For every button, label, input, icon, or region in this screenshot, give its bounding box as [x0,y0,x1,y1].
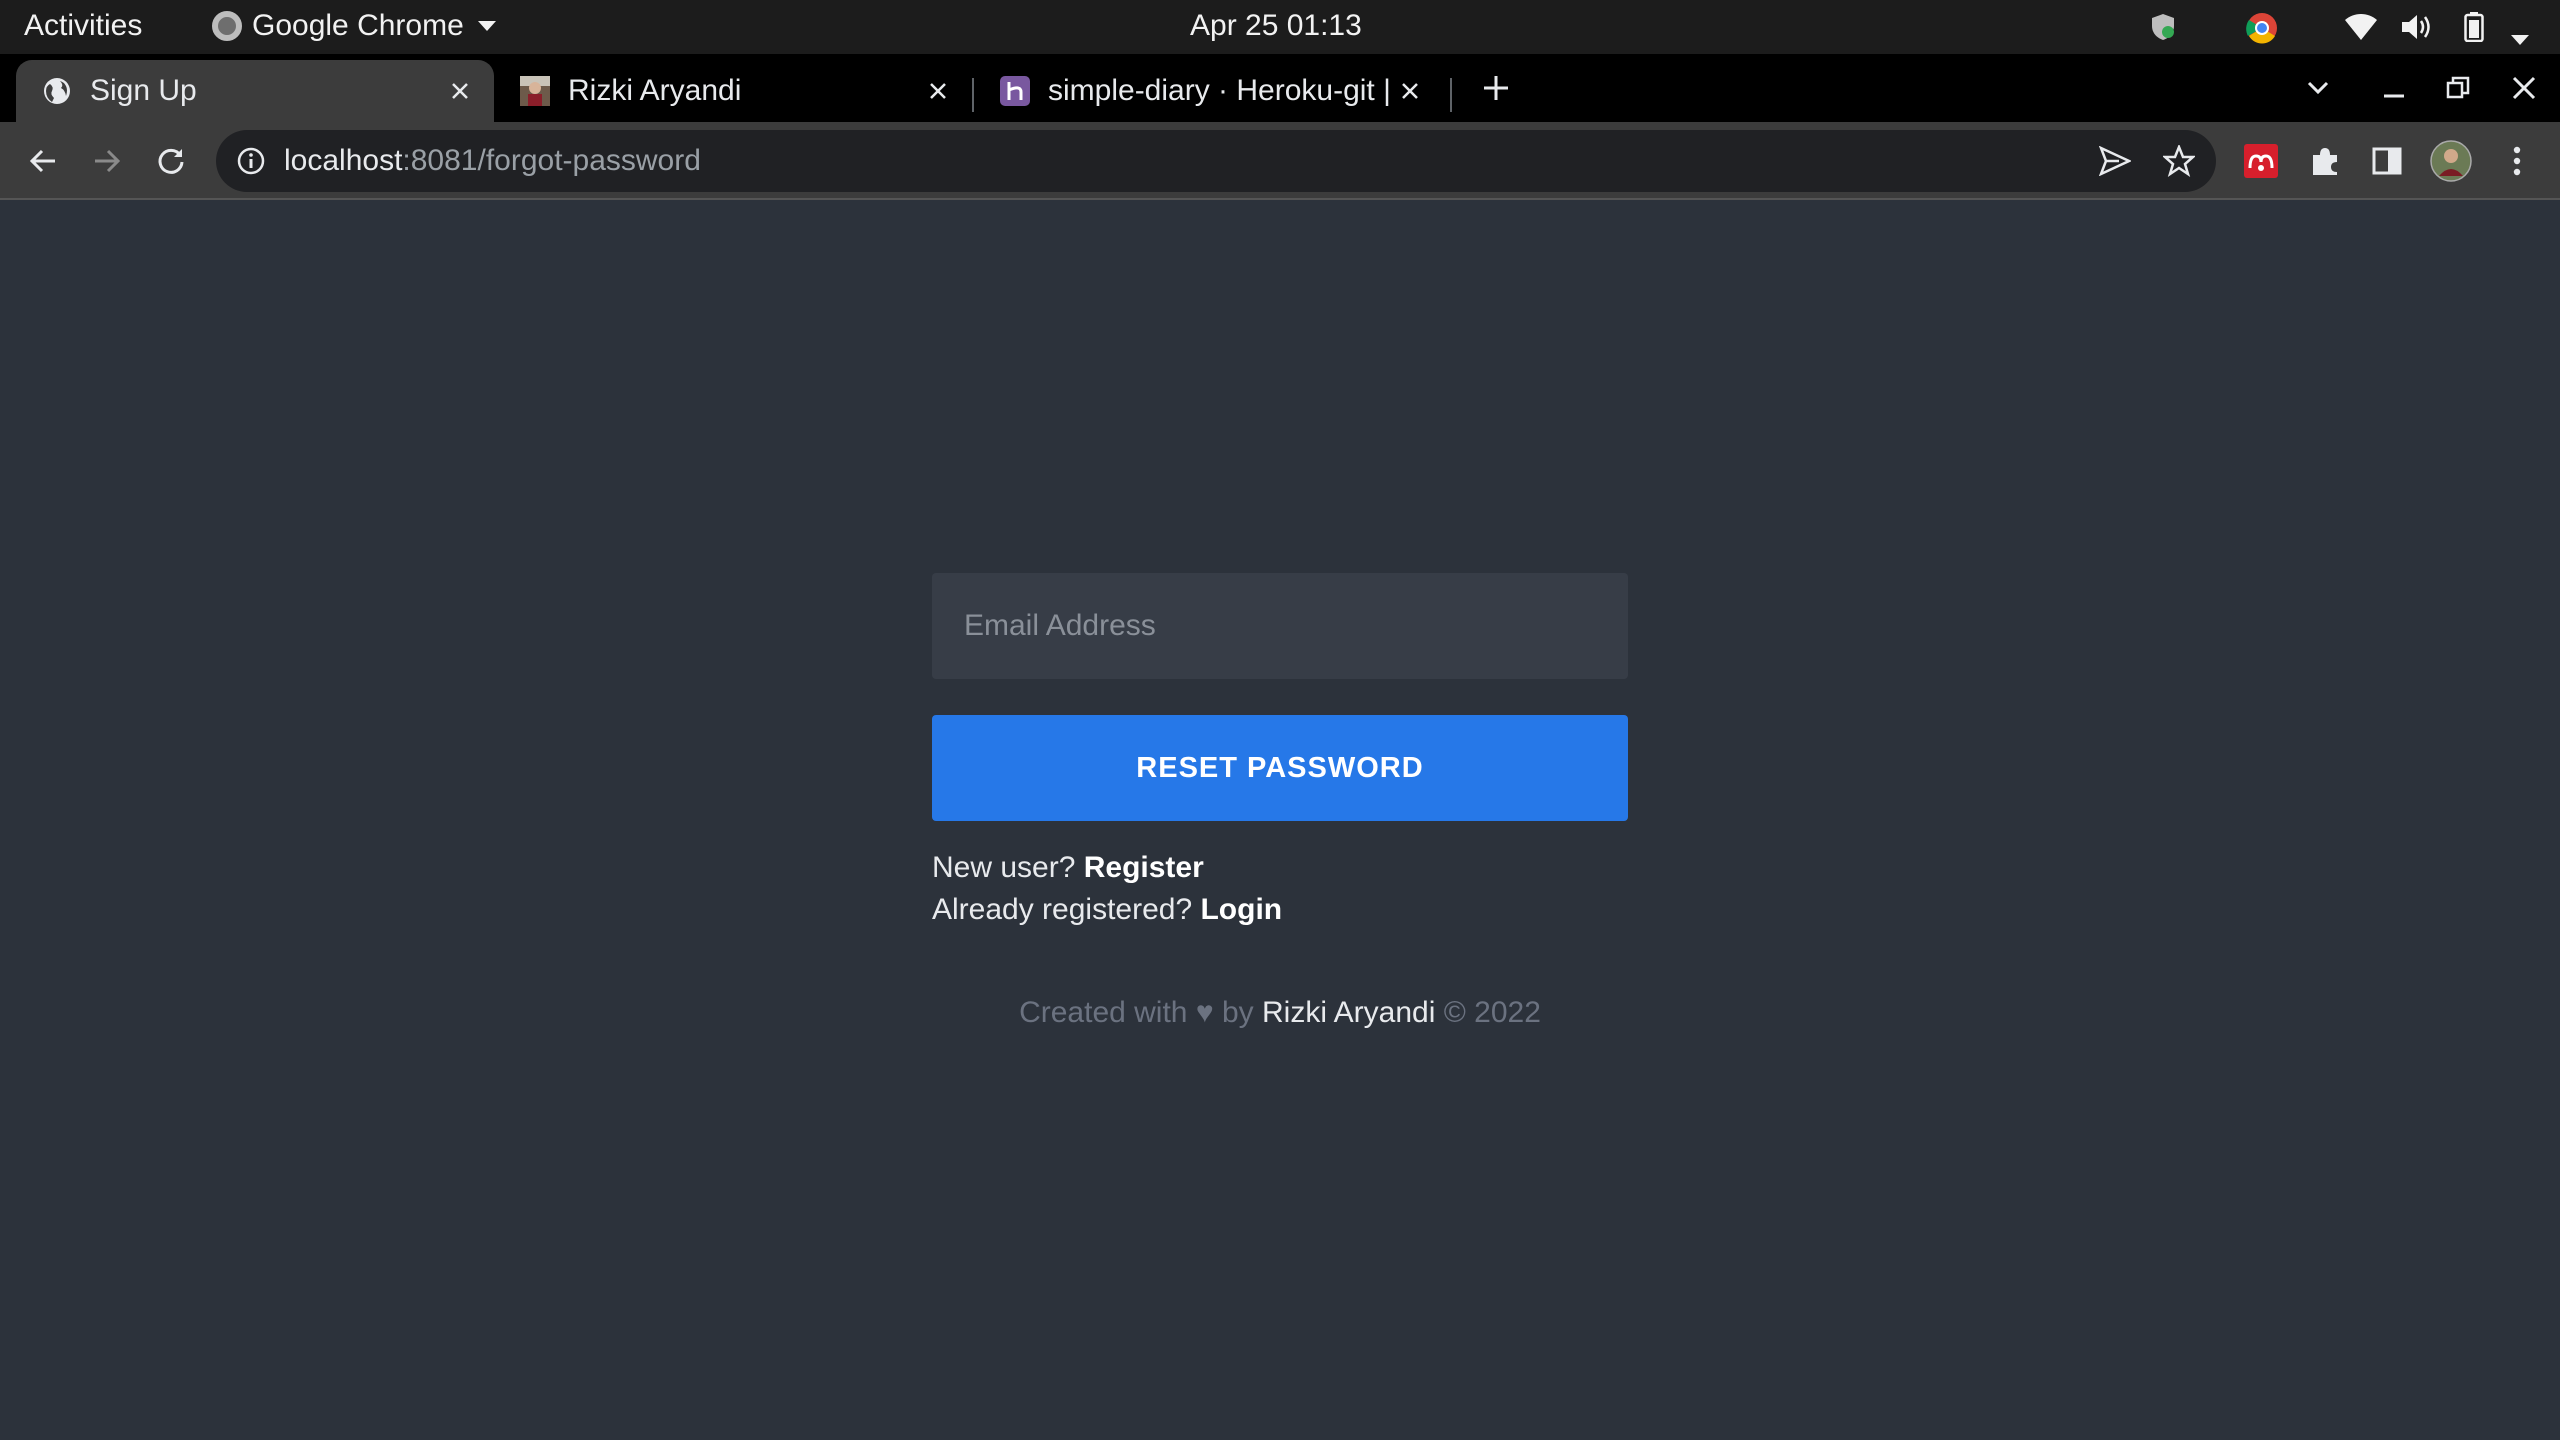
chrome-menu-icon[interactable] [2494,138,2540,184]
url-host: localhost [284,144,403,177]
tab-search-chevron-icon[interactable] [2296,66,2340,110]
side-panel-icon[interactable] [2364,138,2410,184]
info-icon[interactable] [236,146,266,176]
footer-author: Rizki Aryandi [1262,996,1436,1029]
new-tab-button[interactable] [1474,66,1518,110]
close-tab-icon[interactable] [440,71,480,111]
back-arrow-icon[interactable] [20,138,66,184]
chrome-icon[interactable] [2246,12,2278,52]
avatar-icon [520,76,550,106]
close-tab-icon[interactable] [918,71,958,111]
login-line: Already registered? Login [932,889,1628,931]
new-user-text: New user? [932,851,1084,884]
minimize-icon[interactable] [2372,66,2416,110]
extensions-puzzle-icon[interactable] [2302,138,2348,184]
tab-title: simple-diary · Heroku-git | Heroku [1048,74,1390,107]
volume-icon[interactable] [2400,12,2434,50]
footer-prefix: Created with ♥ by [1019,996,1262,1029]
register-line: New user? Register [932,847,1628,889]
already-registered-text: Already registered? [932,893,1201,926]
footer: Created with ♥ by Rizki Aryandi © 2022 [0,996,2560,1030]
restore-icon[interactable] [2436,66,2480,110]
app-menu[interactable]: Google Chrome [212,9,496,43]
address-bar[interactable]: localhost:8081/forgot-password [216,130,2216,192]
browser-toolbar: localhost:8081/forgot-password [0,122,2560,200]
send-icon[interactable] [2092,138,2138,184]
forgot-password-form: RESET PASSWORD New user? Register Alread… [932,573,1628,931]
email-input[interactable] [932,573,1628,679]
mendeley-extension-icon[interactable] [2238,138,2284,184]
reset-password-button[interactable]: RESET PASSWORD [932,715,1628,821]
system-top-bar: Activities Google Chrome Apr 25 01:13 [0,0,2560,54]
tab-title: Sign Up [90,74,197,107]
auth-links: New user? Register Already registered? L… [932,847,1628,931]
tab-strip: Sign Up Rizki Aryandi simple-diary · Her… [0,54,2560,122]
system-menu-caret-icon[interactable] [2510,20,2530,54]
close-window-icon[interactable] [2502,66,2546,110]
login-link[interactable]: Login [1200,893,1282,926]
activities-button[interactable]: Activities [24,9,142,43]
globe-icon [42,76,72,106]
tab-sign-up[interactable]: Sign Up [16,60,494,122]
chrome-app-icon [212,11,242,41]
tab-title: Rizki Aryandi [568,74,742,107]
forward-arrow-icon[interactable] [84,138,130,184]
tab-separator [1450,78,1452,112]
wifi-icon[interactable] [2344,12,2378,50]
bookmark-star-icon[interactable] [2156,138,2202,184]
tab-simple-diary-heroku[interactable]: simple-diary · Heroku-git | Heroku [974,60,1444,122]
reload-icon[interactable] [148,138,194,184]
register-link[interactable]: Register [1084,851,1204,884]
battery-icon[interactable] [2464,12,2484,50]
shield-icon[interactable] [2148,12,2178,50]
clock[interactable]: Apr 25 01:13 [1190,9,1362,43]
tab-rizki-aryandi[interactable]: Rizki Aryandi [494,60,972,122]
heroku-icon [1000,76,1030,106]
app-menu-label: Google Chrome [252,9,464,42]
profile-avatar[interactable] [2428,138,2474,184]
page-content: RESET PASSWORD New user? Register Alread… [0,200,2560,1440]
url-text[interactable]: localhost:8081/forgot-password [284,144,701,178]
url-path: :8081/forgot-password [402,144,701,177]
footer-suffix: © 2022 [1435,996,1541,1029]
chevron-down-icon [477,21,496,31]
close-tab-icon[interactable] [1390,71,1430,111]
